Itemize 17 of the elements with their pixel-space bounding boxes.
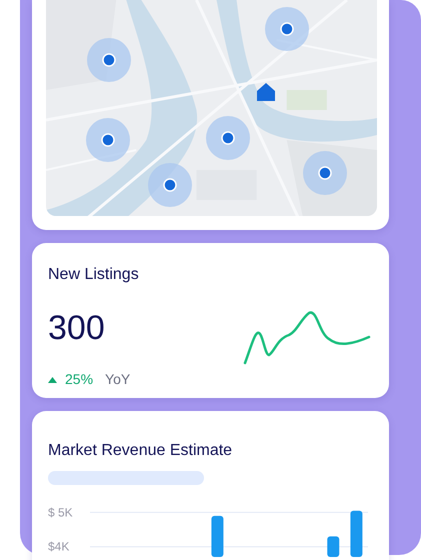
card-title: Market Revenue Estimate bbox=[48, 441, 234, 461]
card-title: New Listings bbox=[48, 265, 139, 285]
period-label: YoY bbox=[105, 370, 130, 389]
axis-label: $4K bbox=[48, 540, 70, 554]
location-pin-icon[interactable] bbox=[206, 116, 250, 160]
location-pin-icon[interactable] bbox=[303, 151, 347, 195]
location-pin-icon[interactable] bbox=[148, 163, 192, 207]
change-percent: 25% bbox=[65, 370, 94, 389]
location-pin-icon[interactable] bbox=[265, 7, 309, 51]
bar bbox=[350, 510, 362, 557]
house-icon[interactable] bbox=[256, 82, 276, 102]
location-pin-icon[interactable] bbox=[87, 38, 131, 82]
bar bbox=[211, 516, 224, 557]
location-pin-icon[interactable] bbox=[86, 118, 130, 162]
listings-count: 300 bbox=[48, 311, 106, 345]
axis-label: $ 5K bbox=[48, 505, 73, 520]
bar bbox=[327, 536, 340, 557]
